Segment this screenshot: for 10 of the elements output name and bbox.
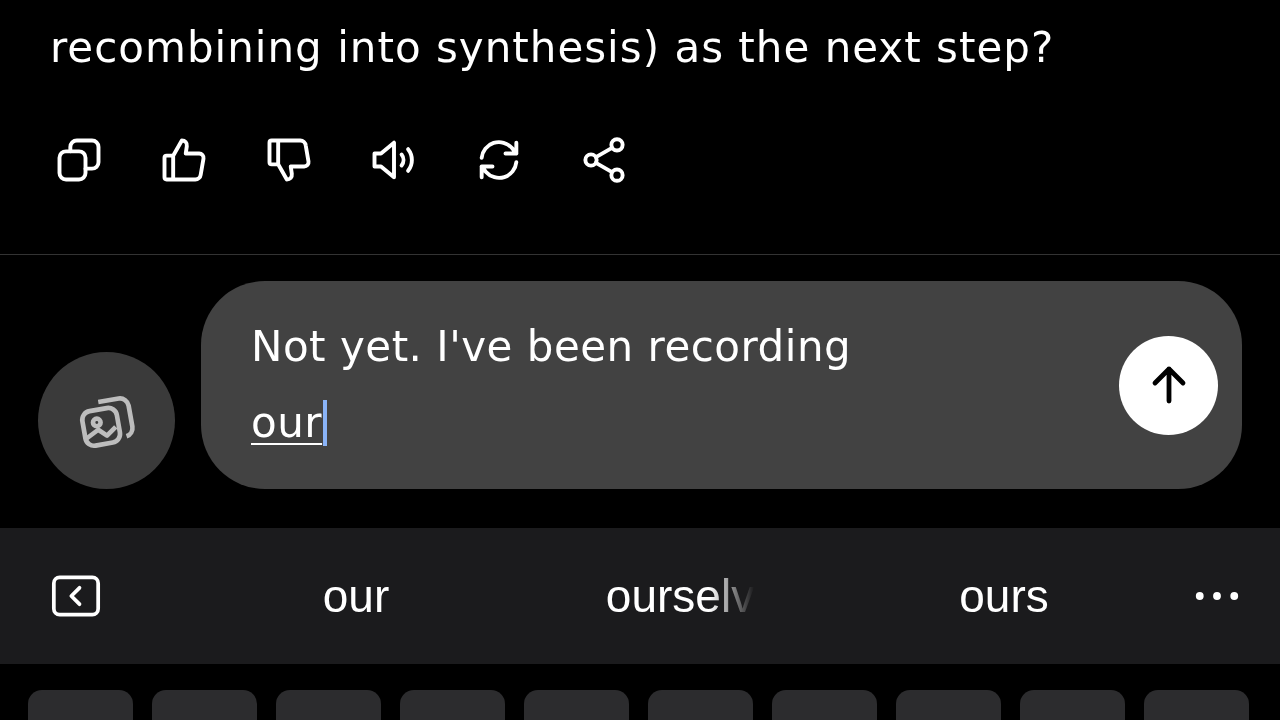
more-button[interactable] [1194,590,1240,602]
word-suggestion[interactable]: ours [959,569,1049,623]
text-cursor [323,400,328,446]
word-suggestion[interactable]: ourselv [605,569,755,623]
message-input-text: Not yet. I've been recording [251,321,852,373]
message-text: recombining into synthesis) as the next step? [49,22,1056,74]
message-field[interactable]: Not yet. I've been recording our [201,281,1242,489]
composing-word: our [251,397,323,449]
more-icon [1194,590,1240,602]
word-suggestion[interactable]: our [322,569,390,623]
